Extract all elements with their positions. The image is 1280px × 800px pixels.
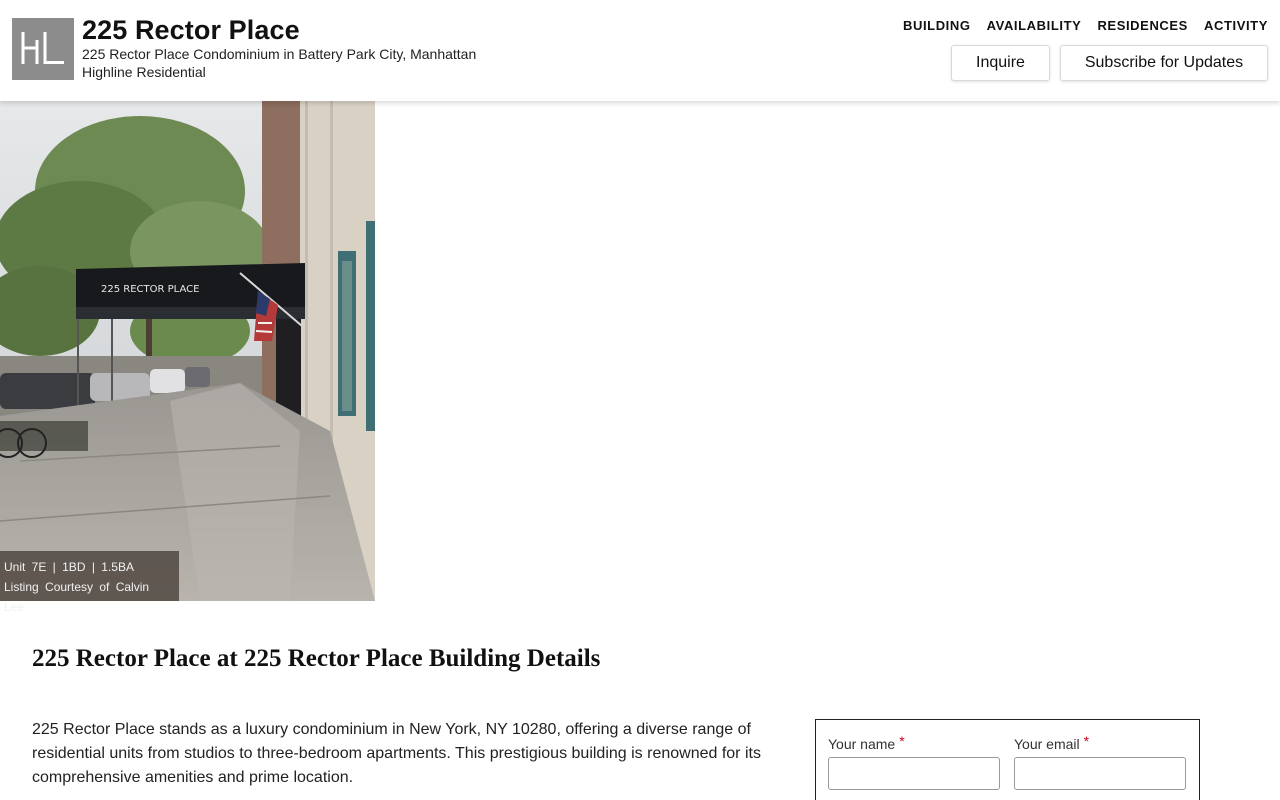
inquire-button[interactable]: Inquire — [951, 45, 1050, 81]
photo-caption: Unit 7E | 1BD | 1.5BA Listing Courtesy o… — [0, 551, 179, 614]
email-label-text: Your email — [1014, 736, 1080, 752]
inquiry-form: Your name * Your email * — [815, 719, 1200, 800]
nav-availability[interactable]: AVAILABILITY — [987, 18, 1082, 33]
brand-name: Highline Residential — [82, 64, 206, 80]
caption-unit-info: Unit 7E | 1BD | 1.5BA — [4, 560, 134, 574]
email-input[interactable] — [1014, 757, 1186, 790]
email-field-label: Your email * — [1014, 733, 1090, 752]
nav-activity[interactable]: ACTIVITY — [1204, 18, 1268, 33]
awning-text: 225 RECTOR PLACE — [101, 284, 199, 295]
nav-building[interactable]: BUILDING — [903, 18, 971, 33]
page-subtitle: 225 Rector Place Condominium in Battery … — [82, 46, 477, 62]
required-marker: * — [1083, 733, 1090, 749]
subscribe-button[interactable]: Subscribe for Updates — [1060, 45, 1268, 81]
site-header: 225 Rector Place 225 Rector Place Condom… — [0, 0, 1280, 101]
name-label-text: Your name — [828, 736, 896, 752]
section-title: 225 Rector Place at 225 Rector Place Bui… — [32, 645, 601, 672]
main-nav: BUILDING AVAILABILITY RESIDENCES ACTIVIT… — [903, 18, 1268, 33]
name-input[interactable] — [828, 757, 1000, 790]
nav-residences[interactable]: RESIDENCES — [1097, 18, 1188, 33]
required-marker: * — [899, 733, 905, 749]
page-title: 225 Rector Place — [82, 15, 300, 45]
name-field-label: Your name * — [828, 733, 905, 752]
building-photo[interactable]: 225 RECTOR PLACE — [0, 101, 375, 601]
logo-icon[interactable] — [12, 18, 74, 80]
caption-listing-courtesy: Listing Courtesy of Calvin Lee — [4, 580, 150, 614]
building-description: 225 Rector Place stands as a luxury cond… — [32, 721, 761, 786]
